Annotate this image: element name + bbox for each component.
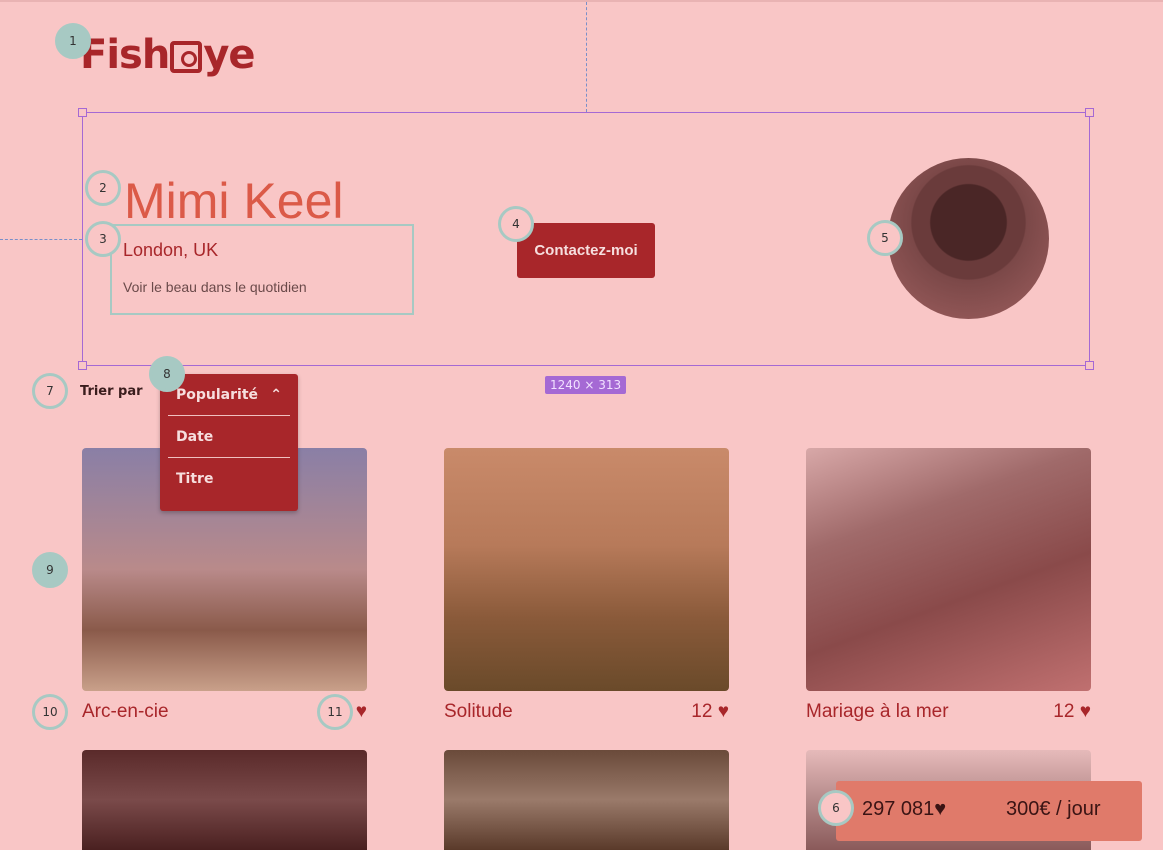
media-image[interactable] xyxy=(82,750,367,850)
media-image[interactable] xyxy=(444,448,729,691)
avatar xyxy=(888,158,1049,319)
annotation-badge: 8 xyxy=(149,356,185,392)
annotation-badge: 2 xyxy=(85,170,121,206)
resize-handle[interactable] xyxy=(78,361,87,370)
photographer-location: London, UK xyxy=(123,240,219,260)
sort-option-title[interactable]: Titre xyxy=(168,458,290,500)
resize-handle[interactable] xyxy=(1085,361,1094,370)
media-likes[interactable]: 12 ♥ xyxy=(1011,701,1091,723)
heart-icon: ♥ xyxy=(355,701,367,722)
guide-vertical xyxy=(586,2,587,112)
annotation-badge: 4 xyxy=(498,206,534,242)
camera-icon xyxy=(170,41,203,73)
annotation-badge: 11 xyxy=(317,694,353,730)
media-image[interactable] xyxy=(806,448,1091,691)
media-image[interactable] xyxy=(444,750,729,850)
total-likes: 297 081 xyxy=(862,798,935,820)
contact-button[interactable]: Contactez-moi xyxy=(517,223,655,278)
info-box xyxy=(110,224,414,315)
sort-dropdown[interactable]: Popularité ⌃ Date Titre xyxy=(160,374,298,511)
media-title: Arc-en-cie xyxy=(82,701,169,722)
sort-option-popularity[interactable]: Popularité ⌃ xyxy=(168,374,290,416)
annotation-badge: 9 xyxy=(32,552,68,588)
sort-option-date[interactable]: Date xyxy=(168,416,290,458)
sort-label: Trier par xyxy=(80,384,143,399)
price: 300€ / jour xyxy=(1006,798,1101,820)
heart-icon: ♥ xyxy=(1079,701,1091,722)
photographer-tagline: Voir le beau dans le quotidien xyxy=(123,279,307,295)
media-likes[interactable]: 12 ♥ xyxy=(649,701,729,723)
heart-icon: ♥ xyxy=(717,701,729,722)
guide-horizontal xyxy=(0,239,82,240)
heart-icon: ♥ xyxy=(934,798,947,820)
resize-handle[interactable] xyxy=(1085,108,1094,117)
chevron-up-icon: ⌃ xyxy=(270,386,282,403)
dimension-label: 1240 × 313 xyxy=(545,376,627,394)
annotation-badge: 1 xyxy=(55,23,91,59)
resize-handle[interactable] xyxy=(78,108,87,117)
logo[interactable]: Fish ye xyxy=(80,32,256,78)
media-title: Solitude xyxy=(444,701,513,722)
annotation-badge: 6 xyxy=(818,790,854,826)
photographer-name: Mimi Keel xyxy=(124,173,344,229)
annotation-badge: 7 xyxy=(32,373,68,409)
annotation-badge: 5 xyxy=(867,220,903,256)
media-title: Mariage à la mer xyxy=(806,701,949,722)
likes-price-summary: 297 081♥ 300€ / jour xyxy=(836,781,1142,841)
annotation-badge: 3 xyxy=(85,221,121,257)
annotation-badge: 10 xyxy=(32,694,68,730)
